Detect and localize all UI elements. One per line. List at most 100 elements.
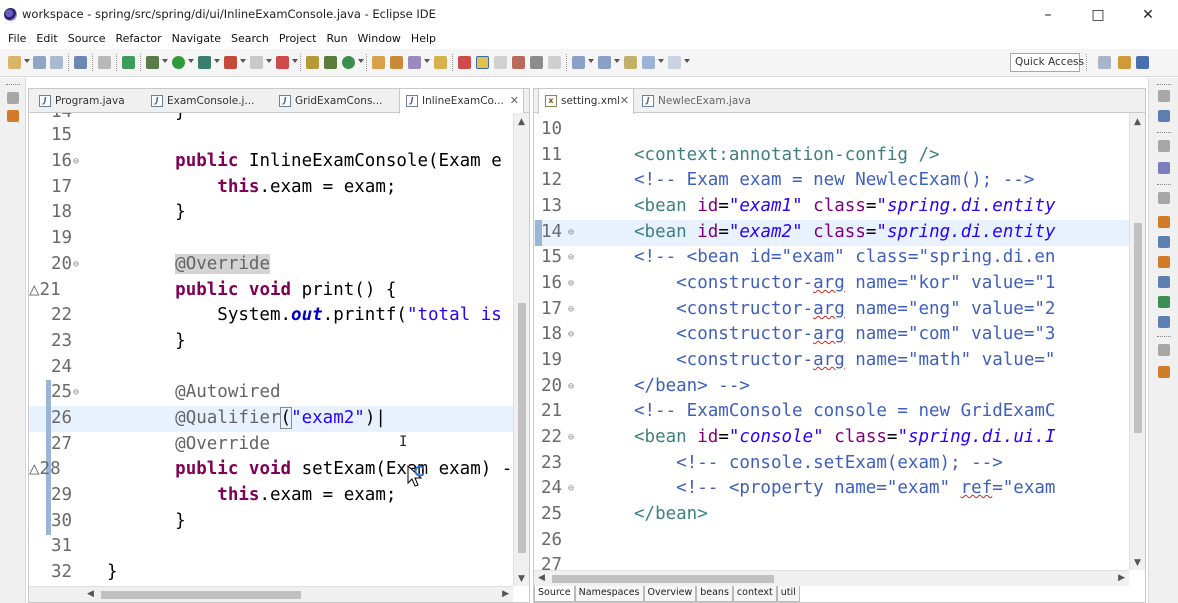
- subtab-namespaces[interactable]: Namespaces: [574, 586, 644, 602]
- subtab-context[interactable]: context: [732, 586, 777, 602]
- scroll-right-icon[interactable]: ▶: [1118, 573, 1125, 583]
- minimize-button[interactable]: –: [1028, 3, 1068, 27]
- open-task-icon[interactable]: [390, 56, 403, 69]
- forward-dropdown-icon[interactable]: [684, 59, 690, 63]
- scroll-thumb[interactable]: [518, 303, 526, 553]
- server-icon[interactable]: [250, 56, 263, 69]
- open-perspective-icon[interactable]: [1098, 56, 1111, 69]
- vertical-scrollbar[interactable]: ▲ ▼: [1129, 113, 1145, 570]
- external-tools-icon[interactable]: [224, 56, 237, 69]
- previous-annotation-dropdown-icon[interactable]: [614, 59, 620, 63]
- tab-examconsole-java[interactable]: J ExamConsole.j...: [145, 89, 263, 113]
- scroll-thumb[interactable]: [101, 591, 301, 599]
- new-type-dropdown-icon[interactable]: [358, 59, 364, 63]
- scroll-left-icon[interactable]: ◀: [87, 589, 94, 599]
- restore-icon[interactable]: [1158, 192, 1170, 204]
- menu-run[interactable]: Run: [321, 30, 352, 48]
- xml-code-area[interactable]: 10 11 <context:annotation-config /> 12 <!-…: [534, 113, 1129, 586]
- terminal-icon[interactable]: [74, 56, 87, 69]
- search-dropdown-icon[interactable]: [424, 59, 430, 63]
- open-type-icon[interactable]: [372, 56, 385, 69]
- debug-icon[interactable]: [146, 56, 159, 69]
- new-dropdown-icon[interactable]: [24, 59, 30, 63]
- subtab-overview[interactable]: Overview: [643, 586, 697, 602]
- search-icon[interactable]: [408, 56, 421, 69]
- menu-refactor[interactable]: Refactor: [111, 30, 167, 48]
- close-tab-icon[interactable]: ✕: [510, 89, 519, 113]
- restore-icon[interactable]: [1158, 90, 1170, 102]
- spring-explorer-icon[interactable]: [1158, 366, 1170, 378]
- coverage-dropdown-icon[interactable]: [214, 59, 220, 63]
- scroll-thumb[interactable]: [1134, 223, 1142, 433]
- declaration-icon[interactable]: [1158, 256, 1170, 268]
- scroll-left-icon[interactable]: ◀: [538, 573, 545, 583]
- restore-icon[interactable]: [7, 92, 19, 104]
- horizontal-scrollbar[interactable]: ◀ ▶: [29, 586, 513, 602]
- close-window-button[interactable]: ✕: [1128, 3, 1168, 27]
- package-explorer-icon[interactable]: [7, 110, 19, 122]
- pilcrow-icon[interactable]: [548, 56, 561, 69]
- subtab-source[interactable]: Source: [534, 586, 575, 602]
- java-ee-perspective-icon[interactable]: [1118, 56, 1131, 69]
- new-java-project-icon[interactable]: [276, 56, 289, 69]
- outline-icon[interactable]: [1158, 162, 1170, 174]
- external-tools-dropdown-icon[interactable]: [240, 59, 246, 63]
- close-tab-icon[interactable]: ✕: [620, 89, 629, 113]
- last-edit-icon[interactable]: [624, 56, 637, 69]
- menu-navigate[interactable]: Navigate: [167, 30, 226, 48]
- vertical-scrollbar[interactable]: ▲ ▼: [513, 113, 529, 586]
- progress-icon[interactable]: [1158, 296, 1170, 308]
- new-interface-icon[interactable]: [342, 56, 355, 69]
- scroll-down-icon[interactable]: ▼: [518, 574, 525, 584]
- restore-icon[interactable]: [1158, 140, 1170, 152]
- servers-icon[interactable]: [1158, 316, 1170, 328]
- run-dropdown-icon[interactable]: [188, 59, 194, 63]
- restore-icon[interactable]: [1158, 344, 1170, 356]
- java-code-area[interactable]: 14 } 15 16⊖ public InlineExamConsole(Exa…: [29, 113, 513, 586]
- console-icon[interactable]: [1158, 276, 1170, 288]
- menu-file[interactable]: File: [3, 30, 31, 48]
- breadcrumb-icon[interactable]: [512, 56, 525, 69]
- back-icon[interactable]: [642, 56, 655, 69]
- scroll-right-icon[interactable]: ▶: [502, 589, 509, 599]
- run-icon[interactable]: [172, 56, 185, 69]
- menu-source[interactable]: Source: [63, 30, 111, 48]
- show-whitespace-icon[interactable]: [530, 56, 543, 69]
- menu-edit[interactable]: Edit: [31, 30, 62, 48]
- forward-icon[interactable]: [668, 56, 681, 69]
- block-selection-icon[interactable]: [494, 56, 507, 69]
- quick-access-field[interactable]: Quick Access: [1010, 53, 1084, 72]
- tab-program-java[interactable]: J Program.java: [33, 89, 143, 113]
- javadoc-icon[interactable]: [1158, 236, 1170, 248]
- menu-window[interactable]: Window: [353, 30, 406, 48]
- scroll-thumb[interactable]: [552, 575, 774, 583]
- save-all-icon[interactable]: [50, 56, 63, 69]
- tab-newlecexam-java[interactable]: J NewlecExam.java: [636, 89, 756, 113]
- back-dropdown-icon[interactable]: [658, 59, 664, 63]
- java-perspective-icon[interactable]: [1136, 56, 1149, 69]
- task-list-icon[interactable]: [1158, 110, 1170, 122]
- scroll-up-icon[interactable]: ▲: [1134, 117, 1141, 127]
- scroll-up-icon[interactable]: ▲: [518, 117, 525, 127]
- open-folder-icon[interactable]: [434, 56, 447, 69]
- debug-dropdown-icon[interactable]: [162, 59, 168, 63]
- scroll-down-icon[interactable]: ▼: [1134, 558, 1141, 568]
- coverage-icon[interactable]: [198, 56, 211, 69]
- subtab-util[interactable]: util: [776, 586, 800, 602]
- new-package-icon[interactable]: [306, 56, 319, 69]
- save-icon[interactable]: [33, 56, 46, 69]
- toggle-mark-occurrences-icon[interactable]: [476, 56, 489, 69]
- refresh-icon[interactable]: [122, 56, 135, 69]
- new-java-dropdown-icon[interactable]: [292, 59, 298, 63]
- tab-gridexamconsole-java[interactable]: J GridExamCons...: [273, 89, 393, 113]
- next-annotation-dropdown-icon[interactable]: [588, 59, 594, 63]
- tab-inlineexamconsole-java[interactable]: J InlineExamCo... ✕: [399, 89, 524, 114]
- menu-project[interactable]: Project: [274, 30, 322, 48]
- menu-help[interactable]: Help: [406, 30, 441, 48]
- menu-search[interactable]: Search: [226, 30, 274, 48]
- next-annotation-icon[interactable]: [572, 56, 585, 69]
- markers-icon[interactable]: [1158, 216, 1170, 228]
- horizontal-scrollbar[interactable]: ◀ ▶: [534, 570, 1129, 586]
- previous-annotation-icon[interactable]: [598, 56, 611, 69]
- tab-setting-xml[interactable]: x setting.xml ✕: [538, 89, 634, 114]
